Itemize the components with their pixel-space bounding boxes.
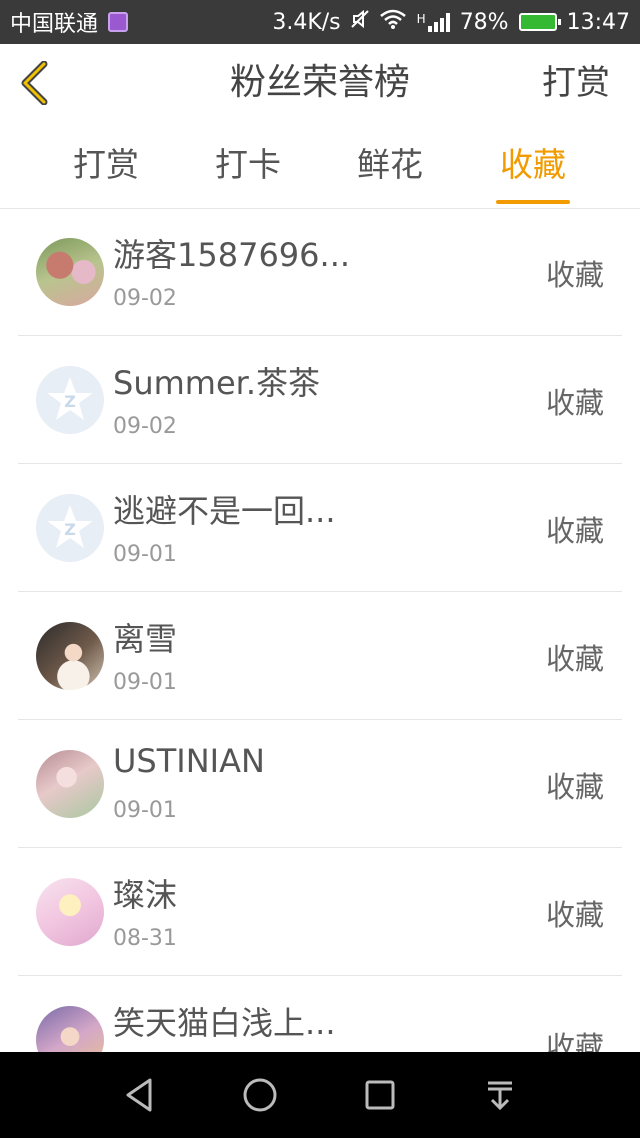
avatar (36, 622, 104, 690)
avatar (36, 878, 104, 946)
nav-back-button[interactable] (120, 1075, 160, 1115)
mute-icon (350, 9, 369, 35)
avatar: Z (36, 366, 104, 434)
item-action-label: 收藏 (545, 770, 604, 804)
user-name: 游客1587696... (113, 236, 351, 274)
system-nav-bar (0, 1052, 640, 1138)
item-date: 09-02 (113, 286, 177, 311)
fan-list: 游客1587696... 09-02 收藏 Z Summer.茶茶 09-02 … (0, 208, 640, 1052)
item-date: 09-01 (113, 798, 177, 823)
square-recents-icon (365, 1080, 395, 1110)
item-action-label: 收藏 (545, 642, 604, 676)
status-bar: 中国联通 3.4K/s H 78% 13:47 (0, 0, 640, 44)
item-action-label: 收藏 (545, 898, 604, 932)
carrier-label: 中国联通 (10, 12, 99, 37)
tab-checkin[interactable]: 打卡 (203, 122, 293, 208)
tab-bar: 打赏 打卡 鲜花 收藏 (0, 122, 640, 209)
network-type: H (416, 12, 426, 26)
list-item[interactable]: 璨沫 08-31 收藏 (18, 848, 622, 976)
item-action-label: 收藏 (545, 386, 604, 420)
user-name: 离雪 (113, 620, 178, 658)
list-item[interactable]: Z 逃避不是一回... 09-01 收藏 (18, 464, 622, 592)
tab-reward[interactable]: 打赏 (61, 122, 151, 208)
battery-icon (518, 13, 561, 31)
gallery-notification-icon (108, 12, 129, 32)
user-name: USTINIAN (113, 742, 265, 780)
app-header: 粉丝荣誉榜 打赏 (0, 44, 640, 123)
avatar (36, 238, 104, 306)
list-item[interactable]: USTINIAN 09-01 收藏 (18, 720, 622, 848)
pull-down-icon (488, 1081, 512, 1111)
circle-home-icon (243, 1078, 277, 1112)
user-name: 璨沫 (113, 876, 178, 914)
avatar (36, 1006, 104, 1052)
avatar: Z (36, 494, 104, 562)
list-item[interactable]: 离雪 09-01 收藏 (18, 592, 622, 720)
svg-text:Z: Z (64, 520, 76, 539)
user-name: 笑天猫白浅上... (113, 1004, 336, 1042)
item-date: 09-01 (113, 542, 177, 567)
tab-flowers[interactable]: 鲜花 (345, 122, 435, 208)
nav-notification-pull-button[interactable] (480, 1075, 520, 1115)
tab-favorites[interactable]: 收藏 (488, 122, 578, 208)
list-item[interactable]: 游客1587696... 09-02 收藏 (18, 208, 622, 336)
avatar (36, 750, 104, 818)
nav-recents-button[interactable] (360, 1075, 400, 1115)
list-item[interactable]: 笑天猫白浅上... 收藏 (18, 976, 622, 1052)
default-qq-zone-star-icon: Z (47, 377, 93, 420)
nav-home-button[interactable] (240, 1075, 280, 1115)
signal-icon: H (417, 12, 450, 32)
svg-text:Z: Z (64, 392, 76, 411)
item-action-label: 收藏 (545, 514, 604, 548)
item-date: 09-02 (113, 414, 177, 439)
item-action-label: 收藏 (545, 258, 604, 292)
item-date: 08-31 (113, 926, 177, 951)
user-name: 逃避不是一回... (113, 492, 336, 530)
clock: 13:47 (566, 9, 630, 35)
wifi-icon (379, 9, 407, 35)
item-action-label: 收藏 (545, 1030, 604, 1052)
battery-percent: 78% (459, 9, 509, 35)
list-item[interactable]: Z Summer.茶茶 09-02 收藏 (18, 336, 622, 464)
item-date: 09-01 (113, 670, 177, 695)
user-name: Summer.茶茶 (113, 364, 321, 402)
default-qq-zone-star-icon: Z (47, 505, 93, 548)
triangle-back-icon (126, 1078, 152, 1112)
network-speed: 3.4K/s (272, 9, 341, 35)
reward-button[interactable]: 打赏 (542, 44, 610, 122)
